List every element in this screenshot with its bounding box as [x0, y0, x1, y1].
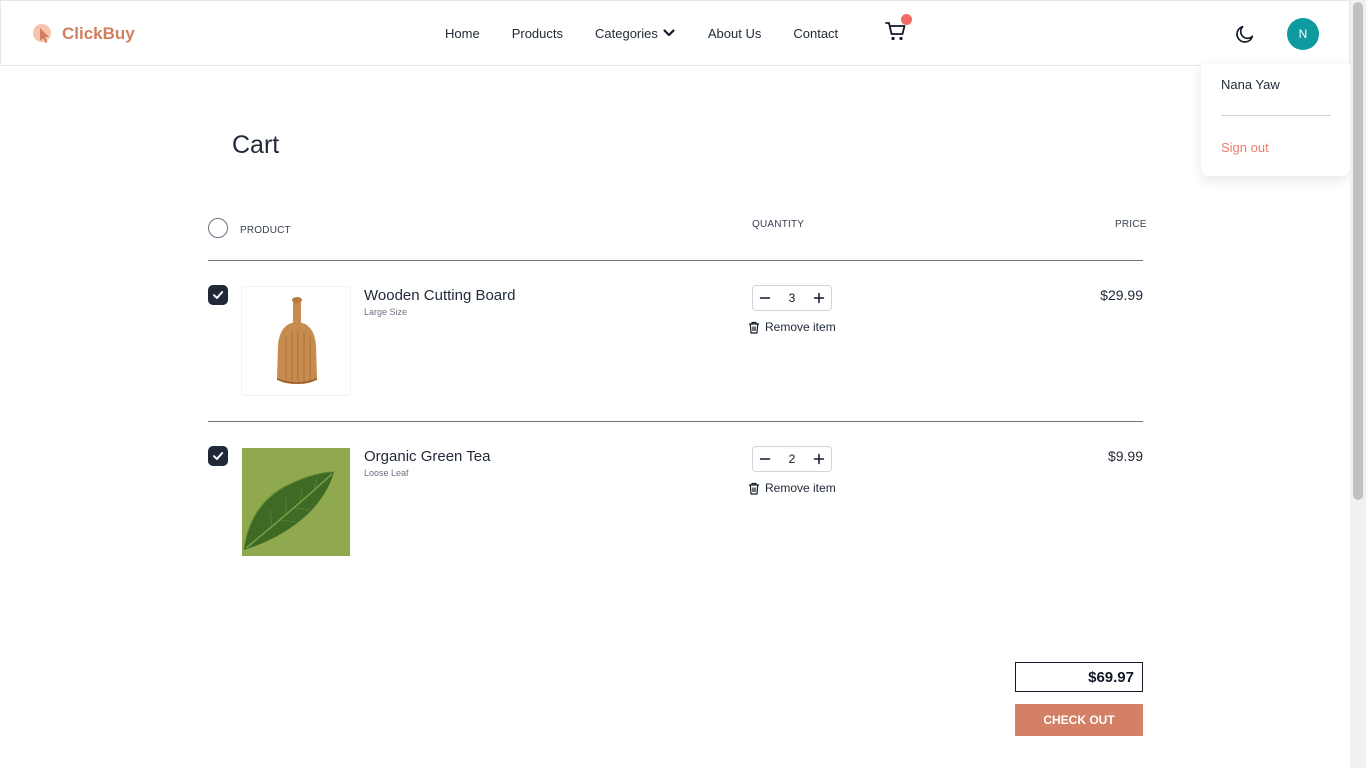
nav-categories[interactable]: Categories	[595, 26, 676, 41]
remove-item-button[interactable]: Remove item	[748, 481, 836, 495]
theme-toggle-button[interactable]	[1234, 23, 1256, 45]
item-checkbox[interactable]	[208, 285, 228, 305]
increase-button[interactable]	[807, 286, 831, 310]
column-header-quantity: QUANTITY	[752, 219, 805, 230]
tea-leaf-image	[242, 448, 350, 556]
product-name[interactable]: Wooden Cutting Board	[364, 287, 516, 304]
product-image[interactable]	[241, 286, 351, 396]
nav-contact[interactable]: Contact	[793, 26, 838, 41]
select-all-checkbox[interactable]	[208, 218, 228, 238]
product-variant: Large Size	[364, 307, 408, 317]
increase-button[interactable]	[807, 447, 831, 471]
sign-out-link[interactable]: Sign out	[1221, 140, 1269, 155]
nav-products[interactable]: Products	[512, 26, 563, 41]
remove-item-button[interactable]: Remove item	[748, 320, 836, 334]
column-header-product: PRODUCT	[240, 225, 291, 236]
divider	[208, 421, 1143, 422]
brand-logo[interactable]: ClickBuy	[32, 22, 135, 46]
menu-divider	[1221, 115, 1331, 116]
page-title: Cart	[232, 131, 280, 159]
cart-button[interactable]	[884, 14, 912, 45]
remove-item-label: Remove item	[765, 320, 836, 334]
quantity-value[interactable]: 2	[789, 452, 796, 466]
cart-total: $69.97	[1015, 662, 1143, 692]
cursor-logo-icon	[32, 22, 56, 46]
quantity-stepper: 3	[752, 285, 832, 311]
product-image[interactable]	[242, 448, 350, 556]
brand-name: ClickBuy	[62, 24, 135, 43]
chevron-down-icon	[663, 29, 675, 37]
scrollbar-thumb[interactable]	[1353, 2, 1363, 500]
nav-categories-label: Categories	[595, 25, 658, 41]
column-header-price: PRICE	[1115, 219, 1147, 230]
decrease-button[interactable]	[753, 286, 777, 310]
moon-icon	[1236, 25, 1254, 43]
trash-icon	[749, 321, 759, 334]
nav-links: Home Products Categories About Us Contac…	[445, 1, 870, 65]
plus-icon	[813, 453, 825, 465]
minus-icon	[759, 297, 771, 299]
item-checkbox[interactable]	[208, 446, 228, 466]
product-variant: Loose Leaf	[364, 468, 409, 478]
trash-icon	[749, 482, 759, 495]
plus-icon	[813, 292, 825, 304]
cart-badge	[901, 14, 912, 25]
quantity-stepper: 2	[752, 446, 832, 472]
check-icon	[213, 291, 224, 299]
remove-item-label: Remove item	[765, 481, 836, 495]
cutting-board-image	[276, 297, 318, 384]
divider	[208, 260, 1143, 261]
navbar: ClickBuy Home Products Categories About …	[0, 0, 1350, 66]
checkout-button[interactable]: CHECK OUT	[1015, 704, 1143, 736]
user-name: Nana Yaw	[1221, 77, 1280, 92]
product-name[interactable]: Organic Green Tea	[364, 448, 490, 465]
quantity-value[interactable]: 3	[789, 291, 796, 305]
item-price: $9.99	[1107, 448, 1143, 464]
decrease-button[interactable]	[753, 447, 777, 471]
nav-home[interactable]: Home	[445, 26, 480, 41]
check-icon	[213, 452, 224, 460]
scrollbar[interactable]	[1350, 0, 1366, 768]
item-price: $29.99	[1100, 287, 1143, 303]
nav-about-us[interactable]: About Us	[708, 26, 761, 41]
minus-icon	[759, 458, 771, 460]
user-avatar[interactable]: N	[1287, 18, 1319, 50]
user-menu: Nana Yaw Sign out	[1201, 64, 1350, 176]
